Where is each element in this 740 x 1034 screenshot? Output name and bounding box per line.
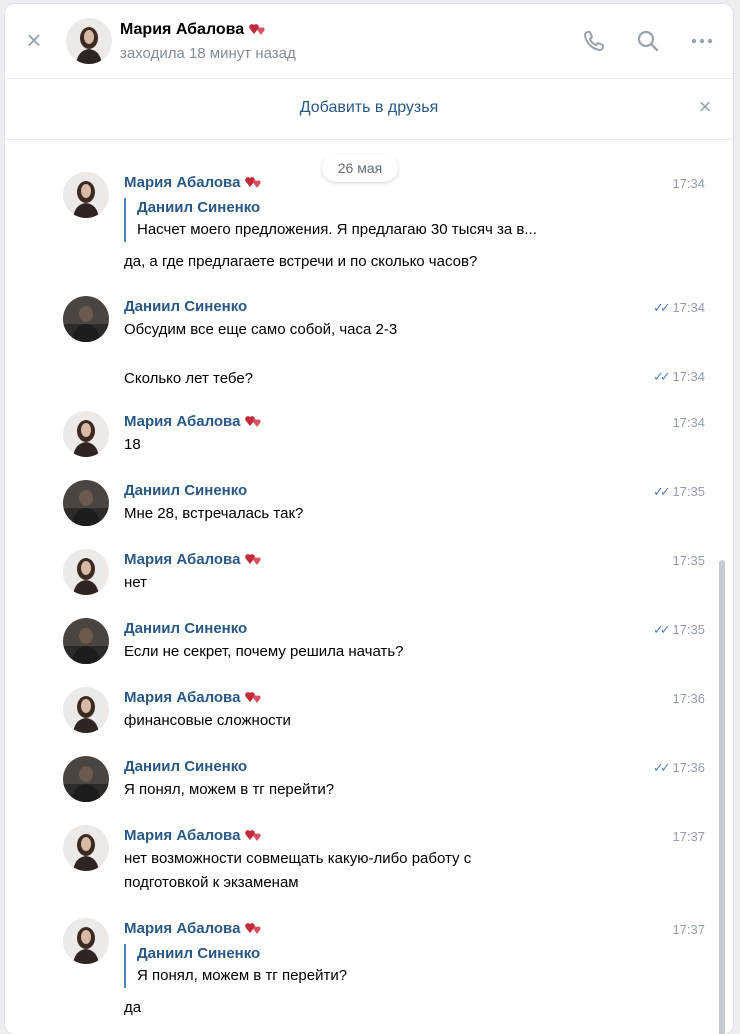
date-chip: 26 мая: [322, 154, 398, 182]
message-time: 17:37: [672, 829, 705, 844]
heart-icon: [245, 414, 263, 431]
reply-quote[interactable]: Даниил Синенко Я понял, можем в тг перей…: [124, 944, 347, 988]
quote-author: Даниил Синенко: [137, 945, 261, 962]
phone-icon[interactable]: [581, 28, 607, 54]
contact-name[interactable]: Мария Абалова: [120, 21, 267, 40]
message-text: финансовые сложности: [124, 712, 291, 729]
message-time: 17:37: [672, 922, 705, 937]
message-time: ✓✓ 17:34: [653, 369, 705, 384]
heart-icon: [245, 552, 263, 569]
contact-status: заходила 18 минут назад: [120, 45, 296, 62]
read-check-icon: ✓✓: [653, 484, 671, 499]
message-text: да, а где предлагаете встречи и по сколь…: [124, 253, 478, 270]
message-time: ✓✓ 17:35: [653, 622, 705, 637]
avatar[interactable]: [63, 918, 109, 964]
add-friend-button[interactable]: Добавить в друзья: [300, 99, 439, 116]
heart-icon: [245, 175, 263, 192]
message-time: ✓✓ 17:36: [653, 760, 705, 775]
message-text: 18: [124, 436, 141, 453]
read-check-icon: ✓✓: [653, 369, 671, 384]
chat-header: × Мария Абалова заходила 18 минут назад: [5, 4, 733, 79]
message-time: 17:34: [672, 176, 705, 191]
message-time: ✓✓ 17:34: [653, 300, 705, 315]
quote-text: Я понял, можем в тг перейти?: [137, 967, 348, 984]
avatar[interactable]: [63, 618, 109, 664]
message-text: подготовкой к экзаменам: [124, 874, 299, 891]
message-author[interactable]: Мария Абалова: [124, 827, 263, 845]
message-time: 17:34: [672, 415, 705, 430]
message-author[interactable]: Мария Абалова: [124, 413, 263, 431]
avatar[interactable]: [63, 756, 109, 802]
search-icon[interactable]: [635, 28, 661, 54]
heart-icon: [249, 22, 267, 40]
message-author[interactable]: Мария Абалова: [124, 174, 263, 192]
avatar[interactable]: [63, 296, 109, 342]
heart-icon: [245, 828, 263, 845]
avatar[interactable]: [63, 411, 109, 457]
close-icon[interactable]: ×: [695, 96, 715, 118]
read-check-icon: ✓✓: [653, 300, 671, 315]
more-icon[interactable]: [689, 28, 715, 54]
avatar[interactable]: [63, 172, 109, 218]
scrollbar[interactable]: [719, 560, 725, 1034]
message-author[interactable]: Мария Абалова: [124, 689, 263, 707]
avatar[interactable]: [63, 480, 109, 526]
message-author[interactable]: Мария Абалова: [124, 920, 263, 938]
message-author[interactable]: Даниил Синенко: [124, 298, 247, 315]
message-author[interactable]: Даниил Синенко: [124, 620, 247, 637]
message-text: Если не секрет, почему решила начать?: [124, 643, 404, 660]
message-author[interactable]: Даниил Синенко: [124, 758, 247, 775]
message-feed[interactable]: 26 мая Мария Абалова 17:34 Даниил Синенк…: [5, 140, 733, 1034]
avatar[interactable]: [63, 549, 109, 595]
message-text: Сколько лет тебе?: [124, 370, 254, 387]
avatar[interactable]: [63, 825, 109, 871]
message-author[interactable]: Даниил Синенко: [124, 482, 247, 499]
close-icon[interactable]: ×: [23, 27, 45, 53]
reply-quote[interactable]: Даниил Синенко Насчет моего предложения.…: [124, 198, 537, 242]
read-check-icon: ✓✓: [653, 622, 671, 637]
avatar[interactable]: [66, 18, 112, 64]
message-time: 17:36: [672, 691, 705, 706]
message-author[interactable]: Мария Абалова: [124, 551, 263, 569]
quote-author: Даниил Синенко: [137, 199, 261, 216]
heart-icon: [245, 921, 263, 938]
add-friend-bar: Добавить в друзья ×: [5, 79, 733, 140]
chat-window: × Мария Абалова заходила 18 минут назад …: [5, 4, 733, 1034]
avatar[interactable]: [63, 687, 109, 733]
quote-text: Насчет моего предложения. Я предлагаю 30…: [137, 221, 537, 238]
message-text: да: [124, 999, 142, 1016]
message-time: ✓✓ 17:35: [653, 484, 705, 499]
message-text: нет: [124, 574, 147, 591]
message-text: нет возможности совмещать какую-либо раб…: [124, 850, 472, 867]
message-text: Обсудим все еще само собой, часа 2-3: [124, 321, 398, 338]
heart-icon: [245, 690, 263, 707]
message-text: Я понял, можем в тг перейти?: [124, 781, 335, 798]
message-text: Мне 28, встречалась так?: [124, 505, 304, 522]
read-check-icon: ✓✓: [653, 760, 671, 775]
message-time: 17:35: [672, 553, 705, 568]
